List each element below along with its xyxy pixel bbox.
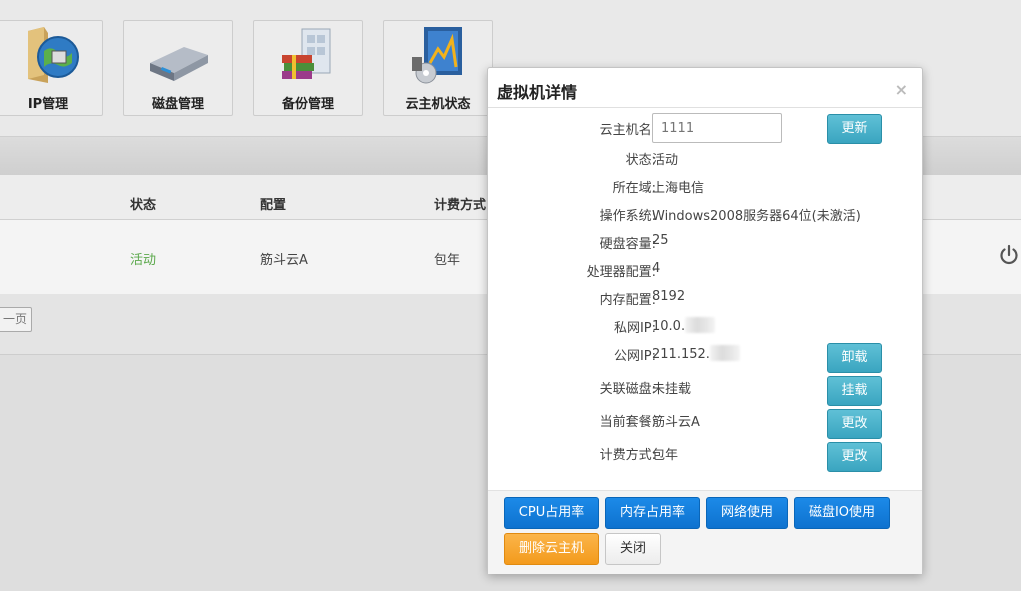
- close-icon[interactable]: ×: [895, 80, 908, 99]
- cpu-usage-button[interactable]: CPU占用率: [504, 497, 599, 529]
- network-usage-button[interactable]: 网络使用: [706, 497, 788, 529]
- monitor-chart-icon: [412, 27, 462, 84]
- vm-details-modal: 虚拟机详情 × 云主机名: 更新 状态: 活动 所在域: 上海电信 操作系统: …: [487, 67, 923, 574]
- os-label: 操作系统:: [599, 209, 656, 224]
- public-ip-text: 211.152.: [652, 347, 710, 362]
- disk-label: 硬盘容量:: [599, 237, 656, 252]
- tile-label: IP管理: [27, 97, 69, 112]
- cloud-host-status-tile[interactable]: 云主机状态: [383, 20, 493, 116]
- column-header-billing: 计费方式: [434, 198, 487, 213]
- prev-page-button[interactable]: 一页: [0, 307, 33, 332]
- modal-title: 虚拟机详情: [497, 83, 578, 102]
- tile-label: 磁盘管理: [151, 97, 204, 112]
- delete-vm-button[interactable]: 删除云主机: [504, 533, 599, 565]
- region-value: 上海电信: [652, 181, 705, 196]
- package-value: 筋斗云A: [652, 415, 700, 430]
- memory-usage-button[interactable]: 内存占用率: [605, 497, 700, 529]
- backup-books-icon: [282, 28, 331, 79]
- modal-header: 虚拟机详情 ×: [488, 68, 922, 108]
- row-config: 筋斗云A: [260, 253, 308, 268]
- power-icon[interactable]: [998, 244, 1020, 266]
- unmount-button[interactable]: 卸载: [827, 343, 882, 373]
- tile-label: 备份管理: [281, 97, 334, 112]
- package-label: 当前套餐:: [599, 415, 656, 430]
- private-ip-value: 10.0.: [652, 317, 716, 334]
- public-ip-value: 211.152.: [652, 345, 740, 362]
- column-header-status: 状态: [130, 198, 157, 213]
- backup-management-tile[interactable]: 备份管理: [253, 20, 363, 116]
- hard-disk-icon: [150, 47, 208, 81]
- memory-value: 8192: [652, 289, 686, 304]
- redaction-blur: [709, 345, 740, 361]
- billing-label: 计费方式:: [599, 448, 656, 463]
- disk-io-button[interactable]: 磁盘IO使用: [794, 497, 890, 529]
- modal-footer: CPU占用率 内存占用率 网络使用 磁盘IO使用 删除云主机 关闭: [488, 490, 922, 574]
- folder-globe-icon: [28, 27, 79, 83]
- row-status: 活动: [130, 253, 157, 268]
- change-billing-button[interactable]: 更改: [827, 442, 882, 472]
- private-ip-text: 10.0.: [652, 319, 686, 334]
- public-ip-label: 公网IP:: [613, 349, 656, 364]
- cpu-value: 4: [652, 261, 661, 276]
- memory-label: 内存配置:: [599, 293, 656, 308]
- attached-disk-value: 未挂载: [652, 382, 692, 397]
- redaction-blur: [685, 317, 716, 333]
- mount-button[interactable]: 挂载: [827, 376, 882, 406]
- ip-management-tile[interactable]: IP管理: [0, 20, 103, 116]
- tile-label: 云主机状态: [405, 97, 471, 112]
- billing-value: 包年: [652, 448, 679, 463]
- name-label: 云主机名:: [599, 123, 656, 138]
- close-button[interactable]: 关闭: [605, 533, 661, 565]
- change-package-button[interactable]: 更改: [827, 409, 882, 439]
- attached-disk-label: 关联磁盘:: [599, 382, 656, 397]
- status-value: 活动: [652, 153, 679, 168]
- column-header-config: 配置: [260, 198, 287, 213]
- private-ip-label: 私网IP:: [613, 321, 656, 336]
- disk-value: 25: [652, 233, 669, 248]
- update-button[interactable]: 更新: [827, 114, 882, 144]
- os-value: Windows2008服务器64位(未激活): [652, 209, 861, 224]
- region-label: 所在域:: [612, 181, 656, 196]
- row-billing: 包年: [434, 253, 461, 268]
- name-input[interactable]: [652, 113, 782, 143]
- cpu-label: 处理器配置:: [586, 265, 656, 280]
- disk-management-tile[interactable]: 磁盘管理: [123, 20, 233, 116]
